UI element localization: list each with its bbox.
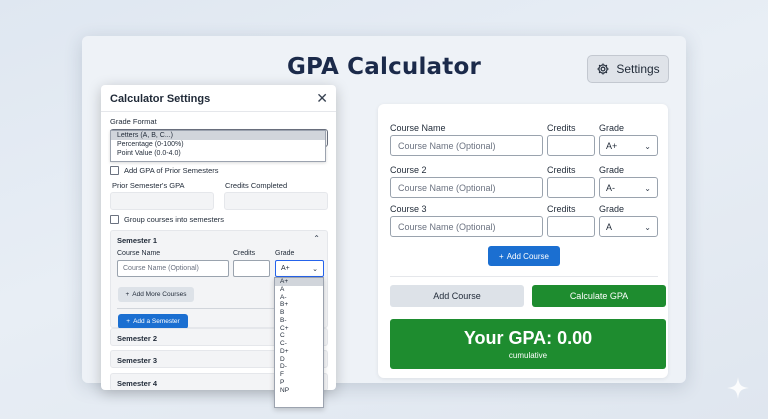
semester-title: Semester 1 (117, 236, 158, 245)
grade-option[interactable]: D (275, 356, 323, 364)
grade-format-option[interactable]: Letters (A, B, C...) (111, 131, 325, 140)
grade-format-option[interactable]: Percentage (0-100%) (111, 140, 325, 149)
add-semester-button[interactable]: + Add a Semester (118, 314, 188, 329)
grade-option[interactable]: D- (275, 363, 323, 371)
course-title: Course 2 (390, 165, 427, 175)
credits-completed-input[interactable] (224, 192, 328, 210)
course-row: Course 2 Credits Grade Course Name (Opti… (390, 165, 660, 205)
group-semesters-toggle[interactable]: Group courses into semesters (110, 215, 224, 224)
plus-icon: + (126, 318, 131, 325)
divider (390, 276, 658, 277)
grade-label: Grade (599, 123, 625, 133)
semester-course-input[interactable]: Course Name (Optional) (117, 260, 229, 277)
gpa-result: Your GPA: 0.00 cumulative (390, 319, 666, 369)
semester-title: Semester 3 (117, 356, 158, 365)
calculate-gpa-button[interactable]: Calculate GPA (532, 285, 666, 307)
prior-gpa-checkbox-label: Add GPA of Prior Semesters (124, 166, 219, 175)
checkbox[interactable] (110, 166, 119, 175)
grade-format-dropdown: Letters (A, B, C...) Percentage (0-100%)… (110, 130, 326, 162)
chevron-up-icon[interactable]: ⌃ (313, 234, 320, 243)
semester-credits-input[interactable] (233, 260, 270, 277)
grade-option[interactable]: A- (275, 294, 323, 302)
gpa-value: Your GPA: 0.00 (463, 328, 593, 348)
credits-input[interactable] (547, 177, 595, 198)
course-card: Course Name Credits Grade Course Name (O… (378, 104, 668, 378)
divider (101, 111, 336, 112)
add-more-courses-label: Add More Courses (132, 291, 187, 298)
chevron-down-icon: ⌄ (312, 266, 318, 273)
gpa-subtitle: cumulative (508, 351, 548, 360)
grade-option[interactable]: B- (275, 317, 323, 325)
add-semester-label: Add a Semester (133, 318, 180, 325)
grade-option[interactable]: B+ (275, 301, 323, 309)
credits-completed-label: Credits Completed (225, 181, 288, 190)
credits-label: Credits (233, 250, 256, 257)
grade-label: Grade (599, 165, 625, 175)
grade-option[interactable]: F (275, 371, 323, 379)
credits-label: Credits (547, 165, 576, 175)
course-title: Course 3 (390, 204, 427, 214)
grade-select[interactable]: A- ⌄ (599, 177, 658, 198)
settings-panel-title: Calculator Settings (110, 93, 211, 105)
grade-option[interactable]: P (275, 379, 323, 387)
settings-button-label: Settings (616, 62, 660, 76)
course-name-input[interactable]: Course Name (Optional) (390, 177, 543, 198)
plus-icon: + (499, 251, 504, 261)
semester-title: Semester 4 (117, 379, 158, 388)
chevron-down-icon: ⌄ (644, 184, 651, 193)
grade-option[interactable]: C- (275, 340, 323, 348)
grade-option[interactable]: A (275, 286, 323, 294)
grade-option[interactable]: A+ (275, 278, 323, 286)
grade-label: Grade (599, 204, 625, 214)
gear-icon (597, 63, 609, 75)
course-row: Course Name Credits Grade Course Name (O… (390, 123, 660, 163)
checkbox[interactable] (110, 215, 119, 224)
credits-label: Credits (547, 123, 576, 133)
prior-gpa-label: Prior Semester's GPA (112, 181, 185, 190)
credits-label: Credits (547, 204, 576, 214)
prior-gpa-toggle[interactable]: Add GPA of Prior Semesters (110, 166, 218, 175)
group-semesters-checkbox-label: Group courses into semesters (124, 215, 225, 224)
close-icon[interactable]: ✕ (316, 90, 328, 107)
grade-option[interactable]: B (275, 309, 323, 317)
course-row: Course 3 Credits Grade Course Name (Opti… (390, 204, 660, 244)
grade-select[interactable]: A ⌄ (599, 216, 658, 237)
grade-value: A+ (606, 140, 618, 151)
grade-option[interactable]: D+ (275, 348, 323, 356)
grade-option[interactable]: NP (275, 387, 323, 395)
grade-format-option[interactable]: Point Value (0.0-4.0) (111, 149, 325, 158)
grade-format-label: Grade Format (110, 117, 157, 126)
add-more-courses-button[interactable]: + Add More Courses (118, 287, 194, 302)
plus-icon: + (125, 291, 130, 298)
grade-option[interactable]: C (275, 332, 323, 340)
credits-input[interactable] (547, 216, 595, 237)
course-title: Course Name (390, 123, 446, 133)
course-name-input[interactable]: Course Name (Optional) (390, 135, 543, 156)
course-name-label: Course Name (117, 250, 161, 257)
settings-button[interactable]: Settings (587, 55, 669, 83)
grade-option[interactable]: C+ (275, 325, 323, 333)
add-course-button-small[interactable]: + Add Course (488, 246, 560, 266)
grade-label: Grade (275, 250, 295, 257)
chevron-down-icon: ⌄ (644, 142, 651, 151)
semester-title: Semester 2 (117, 334, 158, 343)
grade-value: A+ (281, 265, 290, 272)
prior-gpa-input[interactable] (110, 192, 214, 210)
grade-value: A (606, 221, 613, 232)
add-course-label: Add Course (506, 251, 549, 261)
add-course-button[interactable]: Add Course (390, 285, 524, 307)
course-name-input[interactable]: Course Name (Optional) (390, 216, 543, 237)
semester-grade-select[interactable]: A+ ⌄ (275, 260, 324, 277)
grade-dropdown-list: A+ A A- B+ B B- C+ C C- D+ D D- F P NP (274, 277, 324, 408)
sparkle-icon (727, 377, 749, 399)
chevron-down-icon: ⌄ (644, 223, 651, 232)
grade-value: A- (606, 182, 615, 193)
credits-input[interactable] (547, 135, 595, 156)
grade-select[interactable]: A+ ⌄ (599, 135, 658, 156)
